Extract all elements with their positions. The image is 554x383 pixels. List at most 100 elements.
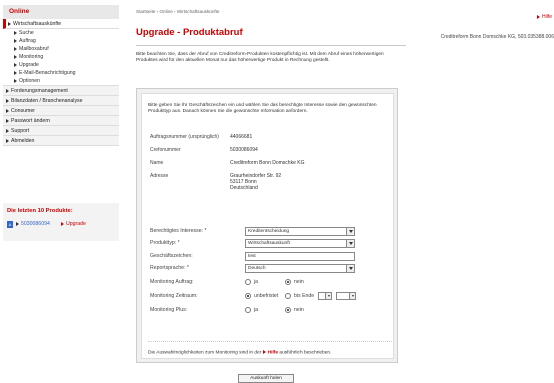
reference-input[interactable]: test xyxy=(245,251,355,261)
period-month-select[interactable] xyxy=(318,292,333,300)
radio-label: ja xyxy=(254,307,259,313)
triangle-icon xyxy=(6,98,9,103)
sidebar-sub-suche[interactable]: Suche xyxy=(3,29,119,37)
triangle-icon xyxy=(61,222,64,226)
triangle-icon xyxy=(16,222,19,226)
sidebar-sub-auftrag[interactable]: Auftrag xyxy=(3,37,119,45)
triangle-icon xyxy=(262,350,266,354)
submit-button[interactable]: Auskunft holen xyxy=(238,374,294,383)
help-link[interactable]: Hilfe xyxy=(536,14,552,20)
last-products-title: Die letzten 10 Produkte: xyxy=(7,208,73,214)
name-value: Creditreform Bonn Domschke KG xyxy=(230,160,305,166)
period-unlimited-option[interactable]: unbefristet xyxy=(245,293,285,299)
sidebar-item-forderungsmanagement[interactable]: Forderungsmanagement xyxy=(3,86,119,96)
sidebar-item-abmelden[interactable]: Abmelden xyxy=(3,136,119,146)
plus-yes-option[interactable]: ja xyxy=(245,307,285,313)
monitoring-label: Monitoring Auftrag: xyxy=(150,279,194,285)
sidebar-sub-label: Auftrag xyxy=(19,38,36,44)
order-panel-inner: Bitte geben Sie Ihr Geschäftszeichen ein… xyxy=(141,93,394,359)
radio-button[interactable] xyxy=(285,307,291,313)
sidebar-sub-optionen[interactable]: Optionen xyxy=(3,77,119,86)
sidebar-sub-email[interactable]: E-Mail-Benachrichtigung xyxy=(3,69,119,77)
radio-label: nein xyxy=(294,279,304,285)
radio-label: unbefristet xyxy=(254,293,279,299)
last-products-row: A 5030086094 Upgrade xyxy=(3,219,119,229)
language-label: Reportsprache: * xyxy=(150,265,189,271)
breadcrumb[interactable]: Startseite › Online › Wirtschaftsauskünf… xyxy=(136,9,219,14)
footer-help-link[interactable]: Hilfe xyxy=(268,350,278,355)
period-label: Monitoring Zeitraum: xyxy=(150,293,198,299)
sidebar-sub-label: Monitoring xyxy=(19,54,44,60)
chevron-down-icon[interactable] xyxy=(325,293,332,299)
order-number-value: 44066681 xyxy=(230,134,253,140)
chevron-down-icon[interactable] xyxy=(346,227,354,235)
cost-note: Bitte beachten Sie, dass der Abruf von C… xyxy=(136,52,384,63)
sidebar-sub-label: E-Mail-Benachrichtigung xyxy=(19,70,76,76)
triangle-icon xyxy=(14,78,17,83)
intro-text: Bitte geben Sie Ihr Geschäftszeichen ein… xyxy=(148,103,377,114)
order-number-label: Auftragsnummer (ursprünglich) xyxy=(150,134,219,140)
radio-button[interactable] xyxy=(285,293,291,299)
interest-label: Berechtigtes Interesse: * xyxy=(150,228,207,234)
triangle-icon xyxy=(6,118,9,123)
sidebar-sub-mailboxabruf[interactable]: Mailboxabruf xyxy=(3,45,119,53)
sidebar-sub-monitoring[interactable]: Monitoring xyxy=(3,53,119,61)
period-until-option[interactable]: bis Ende xyxy=(285,293,314,299)
sidebar-sub-upgrade[interactable]: Upgrade xyxy=(3,61,119,69)
radio-label: ja xyxy=(254,279,259,285)
product-select[interactable]: Wirtschaftsauskunft xyxy=(245,238,355,248)
radio-label: nein xyxy=(294,307,304,313)
language-row: Reportsprache: * Deutsch xyxy=(150,263,355,273)
monitoring-yes-option[interactable]: ja xyxy=(245,279,285,285)
sidebar-item-passwort[interactable]: Passwort ändern xyxy=(3,116,119,126)
reference-label: Geschäftszeichen: xyxy=(150,253,193,259)
last-product-number[interactable]: 5030086094 xyxy=(21,221,61,227)
sidebar-item-wirtschaftsauskuenfte[interactable]: Wirtschaftsauskünfte xyxy=(3,19,119,29)
chevron-down-icon[interactable] xyxy=(349,293,356,299)
radio-button[interactable] xyxy=(285,279,291,285)
divider xyxy=(136,45,406,46)
radio-button[interactable] xyxy=(245,279,251,285)
sidebar-sub-label: Optionen xyxy=(19,78,41,84)
page-title: Upgrade - Produktabruf xyxy=(136,27,243,38)
plus-no-option[interactable]: nein xyxy=(285,307,325,313)
report-icon[interactable]: A xyxy=(7,220,13,228)
chevron-down-icon[interactable] xyxy=(346,239,354,247)
sidebar-item-label: Forderungsmanagement xyxy=(11,88,68,94)
interest-row: Berechtigtes Interesse: * Kreditentschei… xyxy=(150,226,355,236)
interest-select[interactable]: Kreditentscheidung xyxy=(245,226,355,236)
monitoring-no-option[interactable]: nein xyxy=(285,279,325,285)
period-year-select[interactable] xyxy=(336,292,357,300)
language-select[interactable]: Deutsch xyxy=(245,263,355,273)
last-product-upgrade-link[interactable]: Upgrade xyxy=(66,221,86,227)
sidebar-item-bilanzdaten[interactable]: Bilanzdaten / Branchenanalyse xyxy=(3,96,119,106)
order-panel: Bitte geben Sie Ihr Geschäftszeichen ein… xyxy=(136,88,398,363)
radio-button[interactable] xyxy=(245,293,251,299)
sidebar: Online Wirtschaftsauskünfte Suche Auftra… xyxy=(3,5,119,146)
triangle-icon xyxy=(14,30,17,35)
radio-button[interactable] xyxy=(245,307,251,313)
crefo-number-row: Crefonummer 5030086094 xyxy=(150,147,258,153)
radio-label: bis Ende xyxy=(294,293,315,299)
sidebar-item-label: Abmelden xyxy=(11,138,35,144)
address-value: Graurheindorfer Str. 92 53117 Bonn Deuts… xyxy=(230,173,281,191)
product-row: Produkttyp: * Wirtschaftsauskunft xyxy=(150,238,355,248)
triangle-icon xyxy=(14,46,17,51)
help-label: Hilfe xyxy=(541,14,552,20)
monitoring-row: Monitoring Auftrag: ja nein xyxy=(150,277,325,287)
sidebar-item-label: Passwort ändern xyxy=(11,118,50,124)
order-number-row: Auftragsnummer (ursprünglich) 44066681 xyxy=(150,134,252,140)
plus-label: Monitoring Plus: xyxy=(150,307,188,313)
triangle-icon xyxy=(14,70,17,75)
address-label: Adresse xyxy=(150,173,169,179)
company-info: Creditreform Bonn Domschke KG, 503.03538… xyxy=(440,34,554,40)
sidebar-item-label: Wirtschaftsauskünfte xyxy=(13,21,62,27)
name-row: Name Creditreform Bonn Domschke KG xyxy=(150,160,304,166)
sidebar-item-label: Consumer xyxy=(11,108,35,114)
triangle-icon xyxy=(6,128,9,133)
sidebar-sub-label: Suche xyxy=(19,30,34,36)
chevron-down-icon[interactable] xyxy=(346,264,354,272)
sidebar-item-consumer[interactable]: Consumer xyxy=(3,106,119,116)
sidebar-sub-label: Mailboxabruf xyxy=(19,46,49,52)
sidebar-item-support[interactable]: Support xyxy=(3,126,119,136)
